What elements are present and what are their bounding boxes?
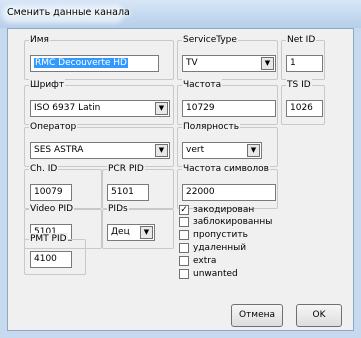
group-polarity: Полярность vert ▼: [177, 121, 278, 167]
chevron-down-icon[interactable]: ▼: [155, 102, 168, 115]
name-input-selected-text: RMC Decouverte HD: [34, 58, 128, 68]
pmt-pid-label: PMT PID: [29, 233, 68, 245]
chevron-down-icon[interactable]: ▼: [155, 144, 168, 157]
chevron-down-icon[interactable]: ▼: [247, 144, 260, 157]
operator-select[interactable]: SES ASTRA ▼: [30, 142, 170, 159]
operator-value: SES ASTRA: [34, 145, 84, 155]
font-value: ISO 6937 Latin: [34, 103, 101, 113]
chevron-down-icon[interactable]: ▼: [140, 226, 153, 239]
group-pmt-pid: PMT PID 4100: [24, 233, 86, 275]
group-net-id: Net ID 1: [281, 34, 325, 80]
cancel-button[interactable]: Отмена: [231, 304, 283, 327]
ts-id-input[interactable]: 1026: [286, 100, 323, 117]
checkbox-extra-label: extra: [193, 256, 217, 266]
group-frequency: Частота 10729: [177, 79, 278, 125]
dialog-client-area: Имя RMC Decouverte HD ServiceType TV ▼ N…: [7, 28, 354, 331]
checkbox-unwanted-label: unwanted: [193, 269, 238, 279]
checkbox-locked-box[interactable]: [179, 217, 189, 227]
font-select[interactable]: ISO 6937 Latin ▼: [30, 100, 170, 117]
checkbox-locked-label: заблокированны: [193, 217, 273, 227]
symbol-rate-input[interactable]: 22000: [182, 184, 276, 201]
checkbox-deleted-box[interactable]: [179, 243, 189, 253]
group-pids: PIDs Дец ▼: [102, 203, 174, 249]
net-id-input[interactable]: 1: [286, 55, 323, 72]
polarity-label: Полярность: [182, 121, 241, 133]
ts-id-label: TS ID: [286, 79, 312, 91]
title-bar[interactable]: Сменить данные канала: [0, 0, 361, 28]
chevron-down-icon[interactable]: ▼: [261, 57, 274, 70]
group-font: Шрифт ISO 6937 Latin ▼: [24, 79, 174, 125]
group-symbol-rate: Частота символов 22000: [177, 163, 278, 209]
frequency-label: Частота: [182, 79, 223, 91]
checkbox-encoded-label: закодирован: [193, 205, 255, 215]
checkbox-skip-label: пропустить: [193, 230, 248, 240]
ok-button[interactable]: OK: [296, 304, 342, 327]
pids-value: Дец: [111, 227, 130, 237]
checkbox-skip-box[interactable]: [179, 230, 189, 240]
checkbox-extra-box[interactable]: [179, 256, 189, 266]
pcr-pid-input[interactable]: 5101: [107, 184, 149, 201]
polarity-value: vert: [186, 145, 205, 155]
service-type-select[interactable]: TV ▼: [182, 55, 276, 72]
checkbox-deleted-label: удаленный: [193, 243, 247, 253]
checkbox-encoded-box[interactable]: ✓: [179, 205, 189, 215]
video-pid-label: Video PID: [29, 203, 75, 215]
group-operator: Оператор SES ASTRA ▼: [24, 121, 174, 167]
polarity-select[interactable]: vert ▼: [182, 142, 262, 159]
dialog-window: Сменить данные канала Имя RMC Decouverte…: [0, 0, 361, 338]
service-type-value: TV: [186, 58, 198, 68]
pids-label: PIDs: [107, 203, 129, 215]
pcr-pid-label: PCR PID: [107, 163, 145, 175]
ch-id-input[interactable]: 10079: [30, 184, 72, 201]
ch-id-label: Ch. ID: [29, 163, 59, 175]
group-ts-id: TS ID 1026: [281, 79, 325, 125]
service-type-label: ServiceType: [182, 34, 238, 46]
checkbox-unwanted-box[interactable]: [179, 269, 189, 279]
group-name: Имя RMC Decouverte HD: [24, 34, 174, 80]
symbol-rate-label: Частота символов: [182, 163, 270, 175]
operator-label: Оператор: [29, 121, 78, 133]
window-title: Сменить данные канала: [7, 7, 130, 18]
name-label: Имя: [29, 34, 50, 46]
name-input[interactable]: RMC Decouverte HD: [30, 55, 159, 72]
group-service-type: ServiceType TV ▼: [177, 34, 278, 80]
frequency-input[interactable]: 10729: [182, 100, 276, 117]
font-label: Шрифт: [29, 79, 66, 91]
net-id-label: Net ID: [286, 34, 317, 46]
pmt-pid-input[interactable]: 4100: [30, 251, 72, 268]
pids-select[interactable]: Дец ▼: [107, 224, 155, 241]
